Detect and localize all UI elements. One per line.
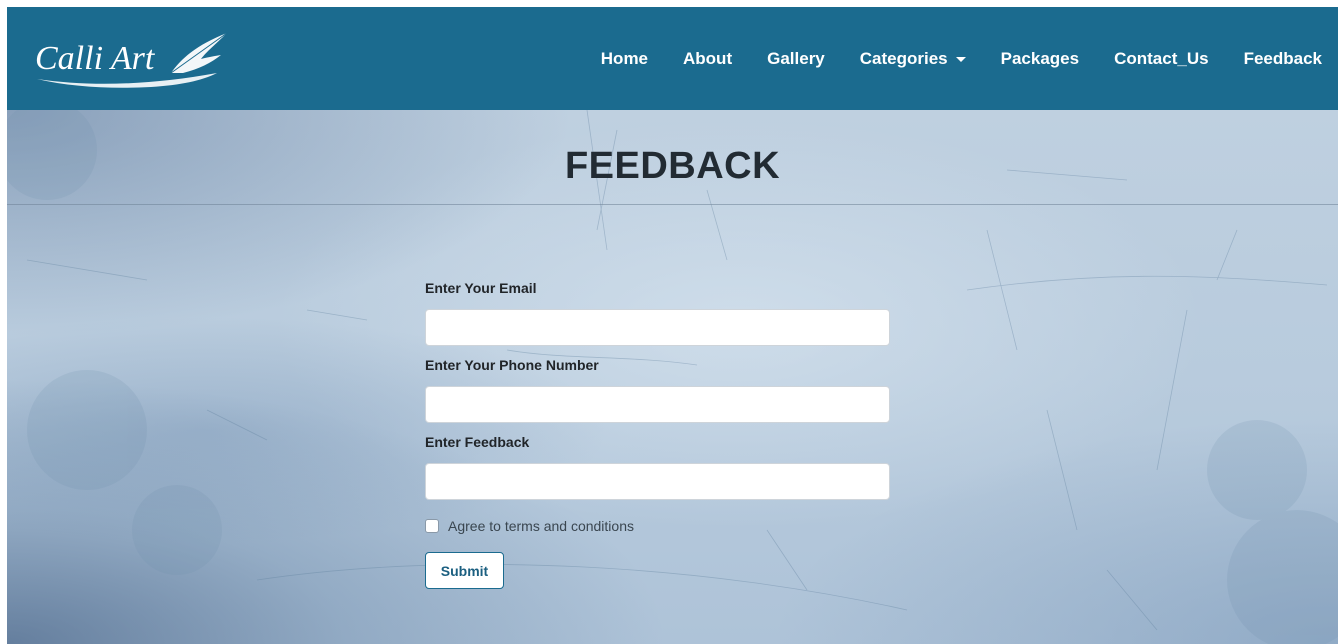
feedback-section: FEEDBACK Enter Your Email Enter Your Pho… xyxy=(7,110,1338,644)
nav-categories-label: Categories xyxy=(859,48,948,68)
nav-menu: Home About Gallery Categories Packages C… xyxy=(601,7,1338,110)
nav-gallery[interactable]: Gallery xyxy=(767,49,825,69)
submit-button[interactable]: Submit xyxy=(425,552,504,589)
email-label: Enter Your Email xyxy=(425,280,537,296)
brand-logo[interactable]: Calli Art xyxy=(31,29,231,89)
phone-label: Enter Your Phone Number xyxy=(425,357,599,373)
nav-about[interactable]: About xyxy=(683,49,732,69)
page-title: FEEDBACK xyxy=(564,145,781,187)
feedback-label: Enter Feedback xyxy=(425,434,530,450)
terms-label[interactable]: Agree to terms and conditions xyxy=(448,518,634,534)
title-divider xyxy=(7,204,1338,205)
feedback-form: Enter Your Email Enter Your Phone Number… xyxy=(425,280,891,589)
caret-down-icon xyxy=(955,57,966,62)
terms-row: Agree to terms and conditions xyxy=(425,518,634,534)
nav-home[interactable]: Home xyxy=(601,49,648,69)
feedback-field[interactable] xyxy=(425,463,890,500)
email-field[interactable] xyxy=(425,309,890,346)
nav-contact-us[interactable]: Contact_Us xyxy=(1114,49,1208,69)
terms-checkbox[interactable] xyxy=(425,519,439,533)
quill-feather-icon: Calli Art xyxy=(35,32,228,88)
navbar: Calli Art Home About Gallery Categories … xyxy=(7,7,1338,110)
phone-number-field[interactable] xyxy=(425,386,890,423)
nav-categories-dropdown[interactable]: Categories xyxy=(860,49,966,69)
logo-wordmark: Calli Art xyxy=(35,40,156,77)
nav-packages[interactable]: Packages xyxy=(1001,49,1079,69)
nav-feedback[interactable]: Feedback xyxy=(1244,49,1322,69)
page-frame: Calli Art Home About Gallery Categories … xyxy=(7,7,1338,644)
